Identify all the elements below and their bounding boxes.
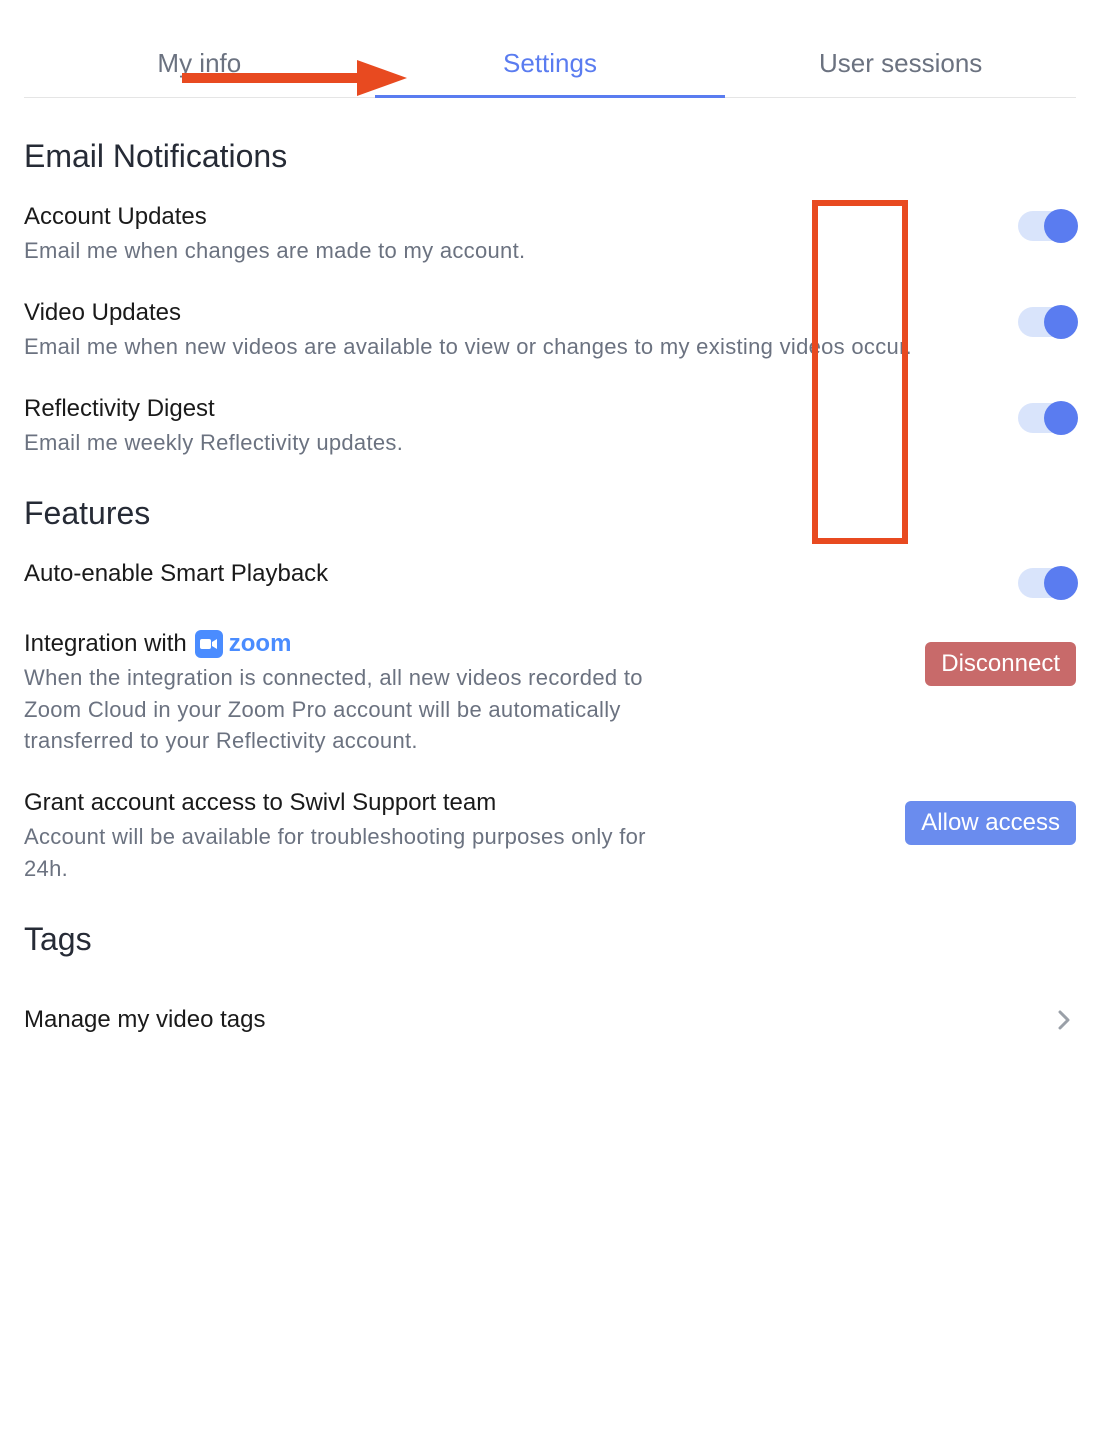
allow-access-button[interactable]: Allow access	[905, 801, 1076, 845]
setting-grant-access-desc: Account will be available for troublesho…	[24, 821, 664, 885]
setting-account-updates: Account Updates Email me when changes ar…	[24, 203, 1076, 267]
setting-video-updates-desc: Email me when new videos are available t…	[24, 331, 998, 363]
zoom-title-prefix: Integration with	[24, 630, 187, 658]
setting-grant-access-title: Grant account access to Swivl Support te…	[24, 789, 885, 817]
setting-zoom-integration-title: Integration with zoom	[24, 630, 905, 658]
heading-email-notifications: Email Notifications	[24, 138, 1076, 175]
setting-zoom-integration-desc: When the integration is connected, all n…	[24, 662, 684, 758]
toggle-reflectivity-digest[interactable]	[1018, 403, 1076, 433]
manage-video-tags-row[interactable]: Manage my video tags	[24, 986, 1076, 1054]
setting-reflectivity-digest-title: Reflectivity Digest	[24, 395, 998, 423]
setting-zoom-integration: Integration with zoom When the integrati…	[24, 630, 1076, 758]
setting-account-updates-desc: Email me when changes are made to my acc…	[24, 235, 998, 267]
disconnect-button[interactable]: Disconnect	[925, 642, 1076, 686]
manage-video-tags-label: Manage my video tags	[24, 1006, 265, 1034]
setting-video-updates-title: Video Updates	[24, 299, 998, 327]
tabs-bar: My info Settings User sessions	[24, 0, 1076, 98]
tab-settings[interactable]: Settings	[375, 48, 726, 97]
tab-user-sessions[interactable]: User sessions	[725, 48, 1076, 97]
zoom-badge: zoom	[195, 630, 292, 658]
setting-account-updates-title: Account Updates	[24, 203, 998, 231]
toggle-video-updates[interactable]	[1018, 307, 1076, 337]
heading-tags: Tags	[24, 921, 1076, 958]
toggle-account-updates[interactable]	[1018, 211, 1076, 241]
chevron-right-icon	[1052, 1008, 1076, 1032]
setting-smart-playback-title: Auto-enable Smart Playback	[24, 560, 998, 588]
setting-reflectivity-digest-desc: Email me weekly Reflectivity updates.	[24, 427, 998, 459]
zoom-camera-icon	[195, 630, 223, 658]
setting-smart-playback: Auto-enable Smart Playback	[24, 560, 1076, 598]
toggle-smart-playback[interactable]	[1018, 568, 1076, 598]
setting-video-updates: Video Updates Email me when new videos a…	[24, 299, 1076, 363]
setting-reflectivity-digest: Reflectivity Digest Email me weekly Refl…	[24, 395, 1076, 459]
setting-grant-access: Grant account access to Swivl Support te…	[24, 789, 1076, 885]
tab-my-info[interactable]: My info	[24, 48, 375, 97]
heading-features: Features	[24, 495, 1076, 532]
zoom-wordmark: zoom	[229, 630, 292, 658]
